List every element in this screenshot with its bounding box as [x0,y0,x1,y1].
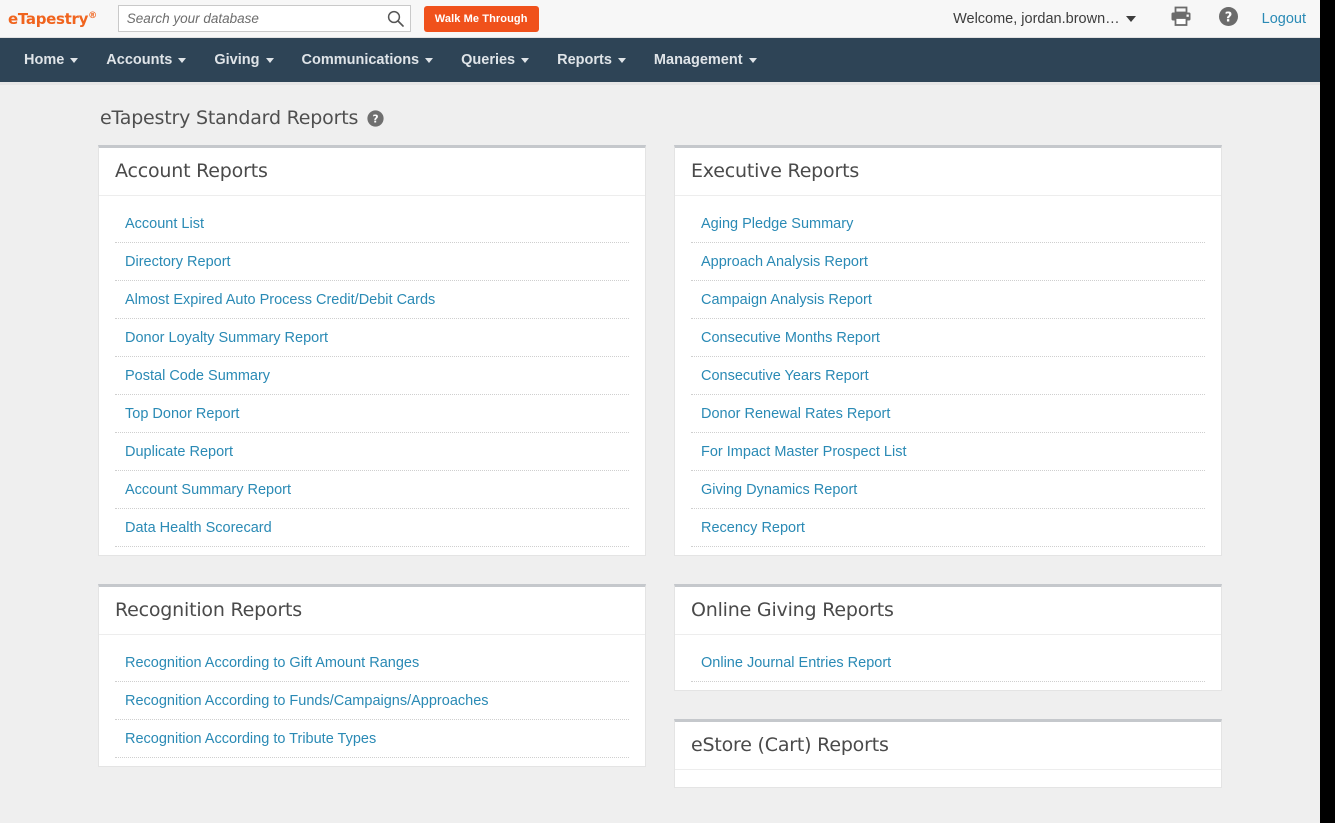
nav-label-giving: Giving [214,51,260,68]
page-title-row: eTapestry Standard Reports ? [100,107,1222,129]
report-link[interactable]: Top Donor Report [115,395,629,433]
report-link[interactable]: Almost Expired Auto Process Credit/Debit… [115,281,629,319]
report-link[interactable]: Account Summary Report [115,471,629,509]
report-link[interactable]: Approach Analysis Report [691,243,1205,281]
nav-label-queries: Queries [461,51,516,68]
nav-item-giving[interactable]: Giving [200,37,287,84]
top-bar: eTapestry® Walk Me Through Welcome, jord… [0,0,1320,38]
user-menu[interactable]: Welcome, jordan.brown… [953,11,1136,27]
app-root: eTapestry® Walk Me Through Welcome, jord… [0,0,1320,823]
nav-item-communications[interactable]: Communications [288,37,448,84]
chevron-down-icon [70,57,79,63]
report-link[interactable]: Campaign Analysis Report [691,281,1205,319]
reports-column-left: Account Reports Account List Directory Rep… [98,145,646,795]
nav-item-accounts[interactable]: Accounts [92,37,200,84]
help-circle-icon: ? [1218,6,1239,32]
chevron-down-icon [748,57,757,63]
walk-me-through-button[interactable]: Walk Me Through [423,5,539,32]
report-link[interactable]: Recency Report [691,509,1205,547]
nav-label-accounts: Accounts [106,51,173,68]
report-link[interactable]: Donor Loyalty Summary Report [115,319,629,357]
panel-title-account-reports: Account Reports [99,148,645,196]
panel-online-giving-reports: Online Giving Reports Online Journal Entr… [674,584,1222,691]
nav-item-management[interactable]: Management [640,37,771,84]
report-link[interactable]: Aging Pledge Summary [691,205,1205,243]
nav-item-reports[interactable]: Reports [543,37,640,84]
welcome-label: Welcome, jordan.brown… [953,10,1120,27]
panel-estore-cart-reports: eStore (Cart) Reports [674,719,1222,788]
panel-title-online-giving-reports: Online Giving Reports [675,587,1221,635]
panel-body-executive-reports: Aging Pledge Summary Approach Analysis Re… [675,196,1221,555]
svg-text:?: ? [1225,10,1233,25]
reports-grid: Account Reports Account List Directory Rep… [98,145,1222,816]
nav-item-home[interactable]: Home [10,37,92,84]
logo-text: eTapestry [8,9,89,28]
panel-account-reports: Account Reports Account List Directory Rep… [98,145,646,556]
panel-body-account-reports: Account List Directory Report Almost Expir… [99,196,645,555]
chevron-down-icon [1125,15,1136,22]
help-circle-icon[interactable]: ? [367,109,384,127]
reports-column-right: Executive Reports Aging Pledge Summary App… [674,145,1222,816]
report-link[interactable]: Consecutive Months Report [691,319,1205,357]
chevron-down-icon [521,57,530,63]
printer-icon [1170,6,1192,31]
chevron-down-icon [265,57,274,63]
panel-title-recognition-reports: Recognition Reports [99,587,645,635]
nav-label-reports: Reports [557,51,612,68]
report-link[interactable]: Recognition According to Tribute Types [115,720,629,758]
report-link[interactable]: Online Journal Entries Report [691,644,1205,682]
report-link[interactable]: Recognition According to Gift Amount Ran… [115,644,629,682]
chevron-down-icon [617,57,626,63]
logo-registered-mark: ® [88,10,97,21]
report-link[interactable]: Account List [115,205,629,243]
main-navigation: Home Accounts Giving Communications Quer… [0,38,1320,85]
top-bar-right: Welcome, jordan.brown… ? Logout [953,4,1306,34]
report-link[interactable]: Donor Renewal Rates Report [691,395,1205,433]
report-link[interactable]: Consecutive Years Report [691,357,1205,395]
chevron-down-icon [425,57,434,63]
etapestry-logo[interactable]: eTapestry® [8,10,103,28]
panel-executive-reports: Executive Reports Aging Pledge Summary App… [674,145,1222,556]
nav-label-communications: Communications [301,51,420,68]
panel-body-estore-cart-reports [675,770,1221,787]
panel-title-executive-reports: Executive Reports [675,148,1221,196]
page-title: eTapestry Standard Reports [100,107,359,129]
report-link[interactable]: Recognition According to Funds/Campaigns… [115,682,629,720]
logout-link[interactable]: Logout [1262,11,1306,27]
nav-label-management: Management [653,51,743,68]
panel-body-recognition-reports: Recognition According to Gift Amount Ran… [99,635,645,766]
report-link[interactable]: Directory Report [115,243,629,281]
panel-title-estore-cart-reports: eStore (Cart) Reports [675,722,1221,770]
nav-label-home: Home [24,51,65,68]
report-link[interactable]: Postal Code Summary [115,357,629,395]
page-content: eTapestry Standard Reports ? Account Rep… [0,85,1320,820]
chevron-down-icon [178,57,187,63]
report-link[interactable]: Data Health Scorecard [115,509,629,547]
report-link[interactable]: Duplicate Report [115,433,629,471]
search-input[interactable] [117,5,411,32]
search-box [117,5,411,32]
svg-text:?: ? [373,113,379,125]
panel-body-online-giving-reports: Online Journal Entries Report [675,635,1221,690]
report-link[interactable]: Giving Dynamics Report [691,471,1205,509]
panel-recognition-reports: Recognition Reports Recognition According… [98,584,646,767]
nav-item-queries[interactable]: Queries [447,37,543,84]
report-link[interactable]: For Impact Master Prospect List [691,433,1205,471]
help-button[interactable]: ? [1214,4,1244,34]
print-button[interactable] [1166,4,1196,34]
